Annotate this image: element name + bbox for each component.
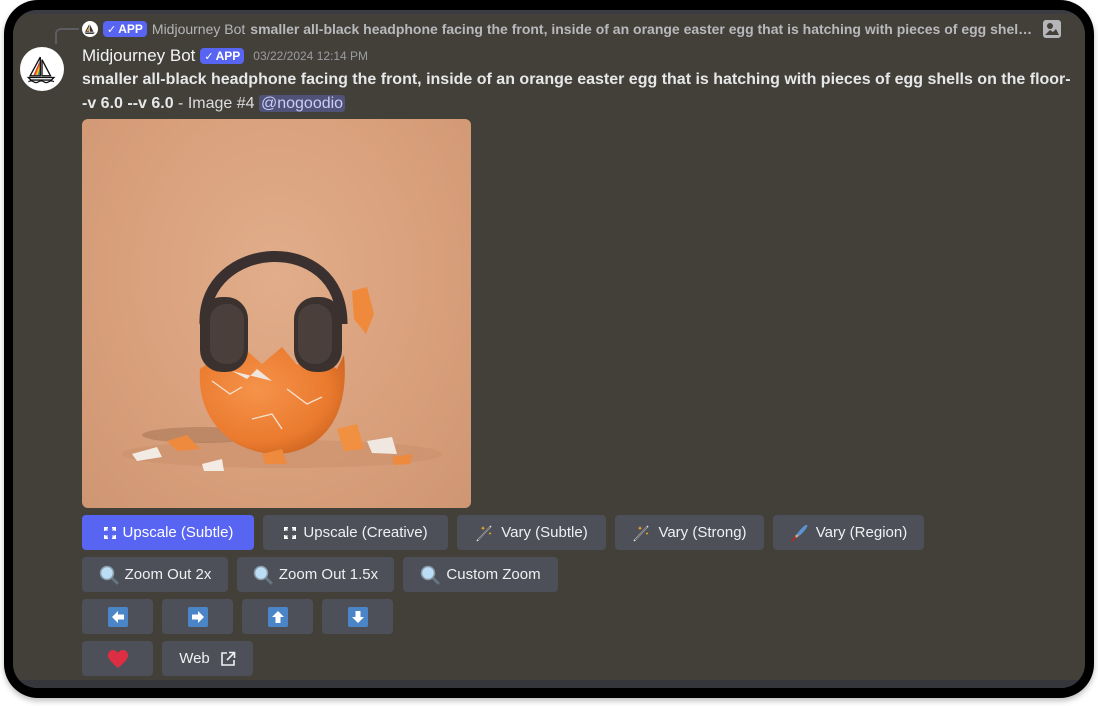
pan-up-button[interactable] bbox=[242, 599, 313, 634]
pan-down-button[interactable] bbox=[322, 599, 393, 634]
vary-region-label: Vary (Region) bbox=[815, 524, 908, 541]
app-badge-label: APP bbox=[118, 22, 143, 36]
reply-author[interactable]: Midjourney Bot bbox=[152, 21, 245, 37]
reply-reference[interactable]: ✓ APP Midjourney Bot smaller all-black h… bbox=[82, 19, 1062, 39]
favorite-button[interactable] bbox=[82, 641, 153, 676]
zoom-out-2x-label: Zoom Out 2x bbox=[124, 566, 212, 583]
custom-zoom-button[interactable]: Custom Zoom bbox=[403, 557, 558, 592]
image-icon bbox=[1043, 20, 1061, 38]
user-mention[interactable]: @nogoodio bbox=[258, 95, 346, 112]
vary-strong-label: Vary (Strong) bbox=[658, 524, 747, 541]
app-badge: ✓ APP bbox=[200, 48, 245, 64]
bot-avatar[interactable] bbox=[20, 47, 64, 91]
headphone-egg-illustration bbox=[122, 251, 442, 471]
web-link-button[interactable]: Web bbox=[162, 641, 253, 676]
midjourney-sailboat-icon bbox=[26, 56, 56, 84]
web-link-label: Web bbox=[179, 650, 210, 667]
reply-avatar[interactable] bbox=[82, 21, 98, 37]
arrow-right-icon bbox=[187, 606, 208, 627]
app-badge-label: APP bbox=[215, 49, 241, 63]
vary-strong-button[interactable]: Vary (Strong) bbox=[615, 515, 764, 550]
magnifier-icon bbox=[253, 565, 273, 585]
arrow-down-icon bbox=[347, 606, 368, 627]
paintbrush-icon bbox=[790, 523, 810, 543]
heart-icon bbox=[107, 649, 129, 669]
zoom-out-2x-button[interactable]: Zoom Out 2x bbox=[82, 557, 228, 592]
vary-subtle-button[interactable]: Vary (Subtle) bbox=[457, 515, 606, 550]
window-bottom-edge bbox=[13, 680, 1085, 688]
sailboat-logo-icon bbox=[84, 24, 95, 34]
magnifier-icon bbox=[420, 565, 440, 585]
reply-text[interactable]: smaller all-black headphone facing the f… bbox=[250, 21, 1033, 37]
magnifier-icon bbox=[99, 565, 119, 585]
author-name[interactable]: Midjourney Bot bbox=[82, 46, 195, 66]
verified-check-icon: ✓ bbox=[107, 23, 117, 36]
upscale-icon bbox=[103, 526, 117, 540]
upscale-creative-label: Upscale (Creative) bbox=[303, 524, 428, 541]
upscale-subtle-label: Upscale (Subtle) bbox=[122, 524, 234, 541]
verified-check-icon: ✓ bbox=[204, 50, 214, 63]
timestamp: 03/22/2024 12:14 PM bbox=[253, 49, 369, 63]
upscale-creative-button[interactable]: Upscale (Creative) bbox=[263, 515, 448, 550]
upscale-subtle-button[interactable]: Upscale (Subtle) bbox=[82, 515, 254, 550]
message-header: Midjourney Bot ✓ APP 03/22/2024 12:14 PM bbox=[82, 46, 368, 66]
app-badge: ✓ APP bbox=[103, 21, 147, 37]
generated-image[interactable] bbox=[82, 119, 471, 508]
reply-connector bbox=[55, 28, 79, 44]
upscale-icon bbox=[283, 526, 297, 540]
zoom-out-1-5x-button[interactable]: Zoom Out 1.5x bbox=[237, 557, 394, 592]
vary-subtle-label: Vary (Subtle) bbox=[501, 524, 588, 541]
image-index-text: - Image #4 bbox=[173, 95, 259, 112]
magic-wand-icon bbox=[632, 523, 652, 543]
arrow-left-icon bbox=[107, 606, 128, 627]
discord-message-window: ✓ APP Midjourney Bot smaller all-black h… bbox=[13, 10, 1085, 688]
pan-right-button[interactable] bbox=[162, 599, 233, 634]
magic-wand-icon bbox=[475, 523, 495, 543]
pan-left-button[interactable] bbox=[82, 599, 153, 634]
arrow-up-icon bbox=[267, 606, 288, 627]
custom-zoom-label: Custom Zoom bbox=[446, 566, 541, 583]
zoom-out-1-5x-label: Zoom Out 1.5x bbox=[278, 566, 379, 583]
external-link-icon bbox=[220, 651, 236, 667]
vary-region-button[interactable]: Vary (Region) bbox=[773, 515, 924, 550]
message-content: smaller all-black headphone facing the f… bbox=[82, 68, 1072, 116]
